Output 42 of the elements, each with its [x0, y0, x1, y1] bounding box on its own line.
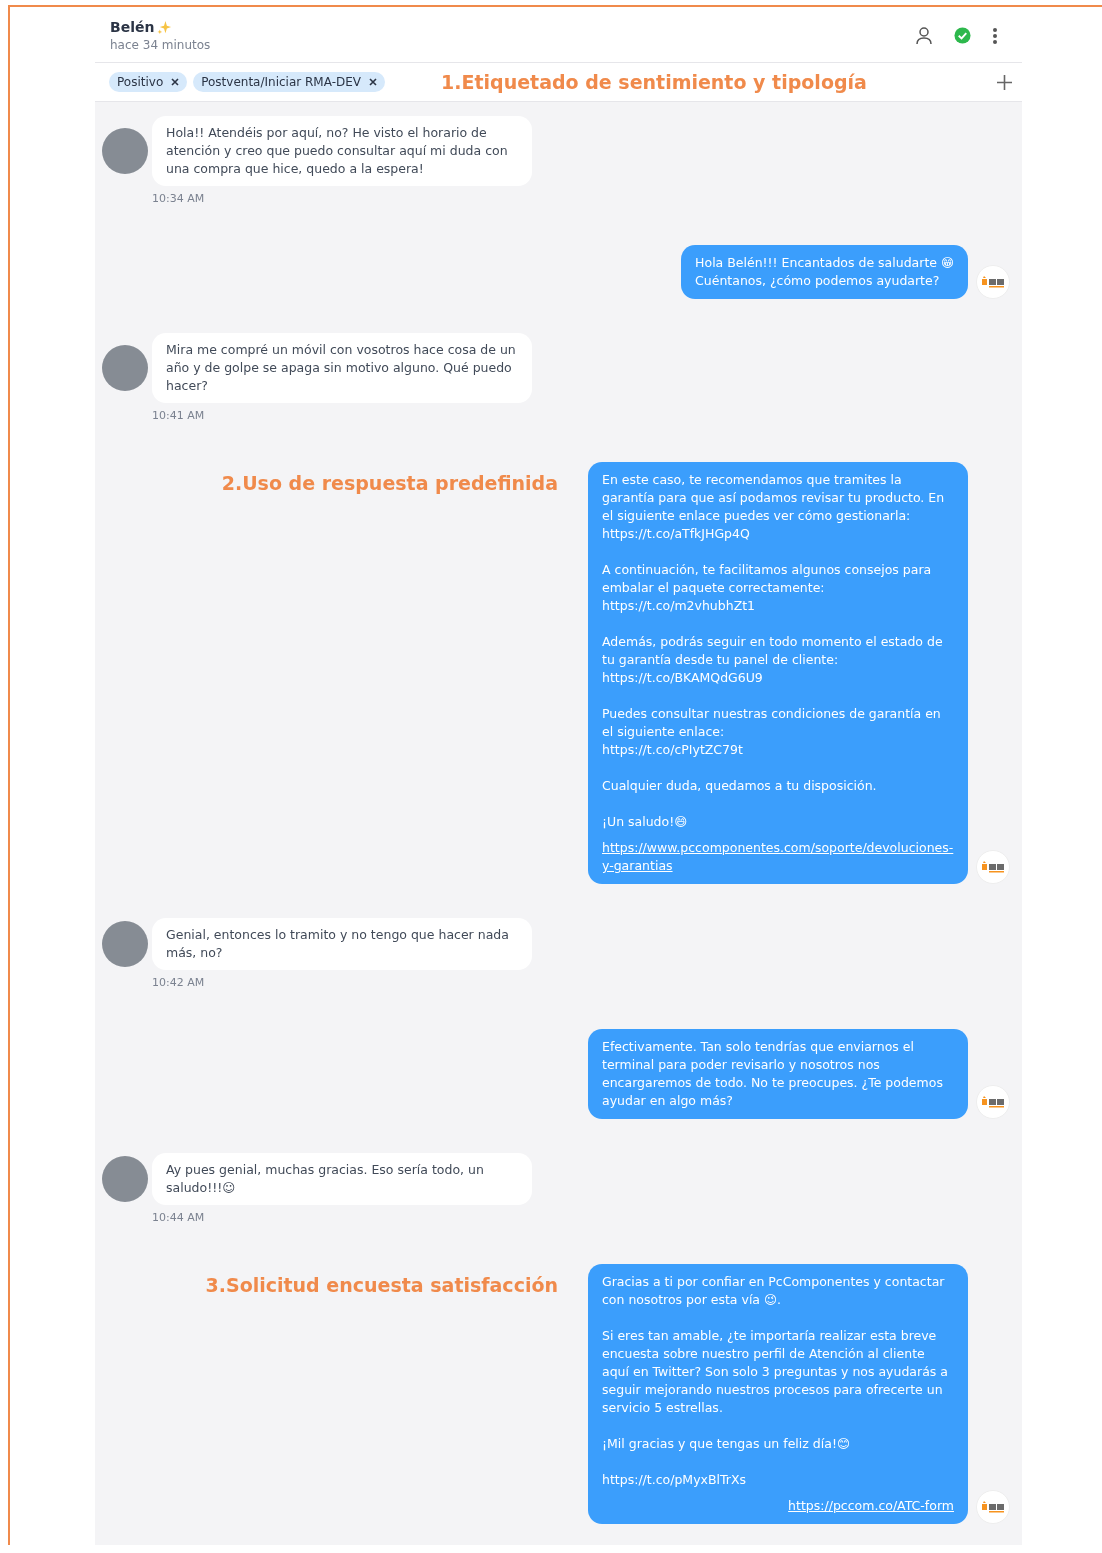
brand-logo-icon [976, 850, 1010, 884]
annotation: 1.Etiquetado de sentimiento y tipología [441, 71, 868, 93]
avatar [102, 345, 148, 391]
remove-tag-icon[interactable] [171, 78, 180, 86]
add-icon[interactable] [997, 74, 1012, 90]
user-icon[interactable] [916, 26, 932, 45]
remove-tag-icon[interactable] [369, 78, 378, 86]
avatar [102, 1156, 148, 1202]
sparkle-icon [157, 19, 173, 35]
brand-logo-icon [976, 1085, 1010, 1119]
message-text: ¡Un saludo!😄 [602, 813, 689, 831]
tag-chip[interactable]: Postventa/Iniciar RMA-DEV [193, 72, 386, 92]
more-icon[interactable] [993, 27, 997, 44]
message-text: Si eres tan amable, ¿te importaría realizar esta breve encuesta sobre nuestro perfil de Atención al cliente aquí en Twitter? Son solo 3 preguntas y nos ayudarás a seguir mejorando nuestros procesos para ofrecerte un servicio 5 estrellas. [602, 1327, 949, 1417]
message-text: Además, podrás seguir en todo momento el estado de tu garantía desde tu panel de cliente: https://t.co/BKAMQdG6U9 [602, 633, 944, 687]
customer-message: Mira me compré un móvil con vosotros hace cosa de un año y de golpe se apaga sin motivo alguno. Qué puedo hacer? [152, 333, 532, 403]
avatar [102, 128, 148, 174]
brand-logo-icon [976, 1490, 1010, 1524]
message-text: Cualquier duda, quedamos a tu disposición. [602, 777, 878, 795]
message-text: Efectivamente. Tan solo tendrías que enviarnos el terminal para poder revisarlo y nosotros nos encargaremos de todo. No te preocupes. ¿Te podemos ayudar en algo más? [602, 1038, 944, 1110]
message-text: En este caso, te recomendamos que tramites la garantía para que así podamos revisar tu producto. En el siguiente enlace puedes ver cómo gestionarla: https://t.co/aTfkJHGp4Q [602, 471, 946, 543]
avatar [102, 921, 148, 967]
message-text: Puedes consultar nuestras condiciones de garantía en el siguiente enlace: https://t.co/cPIytZC79t [602, 705, 942, 759]
customer-message: Genial, entonces lo tramito y no tengo que hacer nada más, no? [152, 918, 532, 970]
annotation: 3.Solicitud encuesta satisfacción [205, 1274, 558, 1296]
customer-message: Hola!! Atendéis por aquí, no? He visto el horario de atención y creo que puedo consultar aquí mi duda con una compra que hice, quedo a la espera! [152, 116, 532, 186]
annotation: 2.Uso de respuesta predefinida [221, 472, 558, 494]
message-text: ¡Mil gracias y que tengas un feliz día!😊 [602, 1435, 851, 1453]
brand-logo-icon [976, 265, 1010, 299]
message-time: 10:42 AM [152, 976, 206, 989]
last-seen: hace 34 minutos [110, 38, 212, 52]
message-time: 10:44 AM [152, 1211, 206, 1224]
message-text: Gracias a ti por confiar en PcComponentes y contactar con nosotros por esta vía 😉. [602, 1273, 946, 1309]
tag-chip[interactable]: Positivo [109, 72, 188, 92]
status-check-icon[interactable] [954, 27, 971, 44]
contact-name: Belén [110, 19, 155, 35]
message-time: 10:41 AM [152, 409, 206, 422]
message-time: 10:34 AM [152, 192, 206, 205]
message-text: https://t.co/pMyxBlTrXs [602, 1471, 747, 1489]
message-text: Hola Belén!!! Encantados de saludarte 😁 Cuéntanos, ¿cómo podemos ayudarte? [695, 254, 954, 290]
message-text: A continuación, te facilitamos algunos consejos para embalar el paquete correctamente: https://t.co/m2vhubhZt1 [602, 561, 933, 615]
customer-message: Ay pues genial, muchas gracias. Eso sería todo, un saludo!!!☺ [152, 1153, 532, 1205]
